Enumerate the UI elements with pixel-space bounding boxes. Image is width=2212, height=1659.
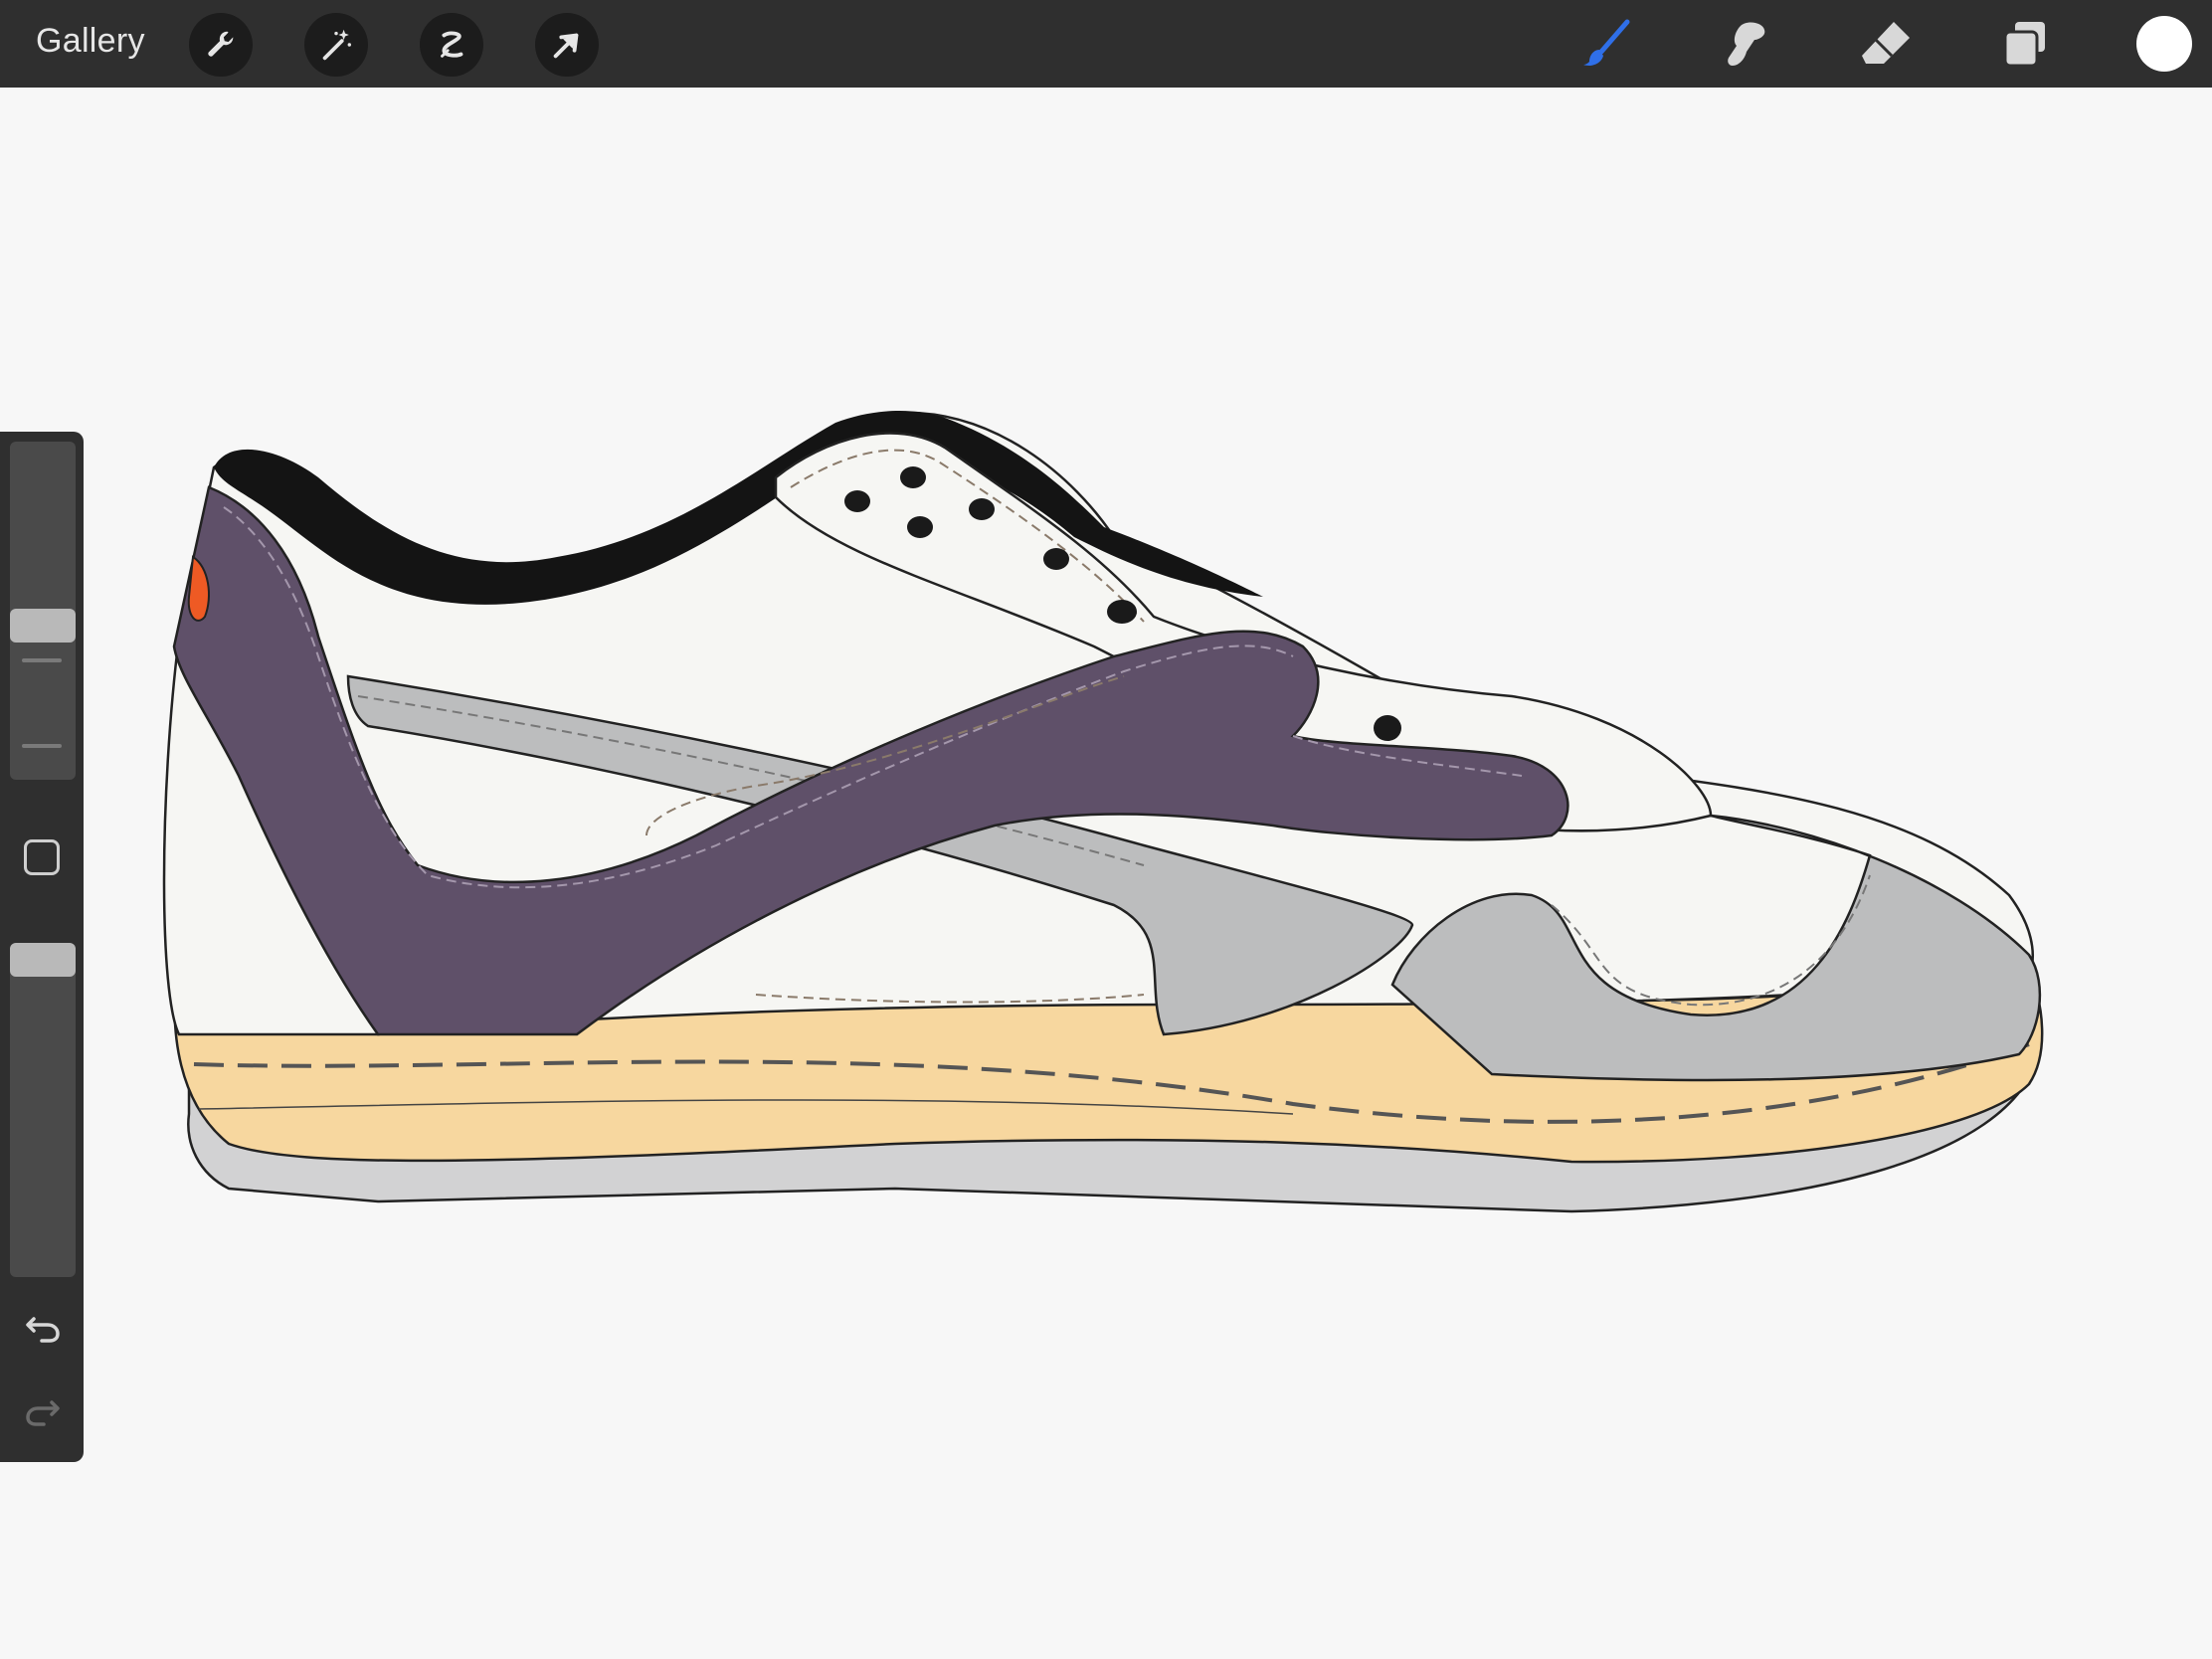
gallery-button[interactable]: Gallery <box>36 22 145 61</box>
top-toolbar: Gallery <box>0 0 2212 88</box>
wrench-icon <box>208 31 234 57</box>
eraser-icon <box>1862 22 1910 64</box>
selection-button[interactable] <box>420 13 483 77</box>
layers-icon <box>2003 22 2045 68</box>
brush-icon <box>1583 19 1630 66</box>
eraser-button[interactable] <box>1856 14 1916 74</box>
magic-wand-icon <box>322 29 352 61</box>
actions-button[interactable] <box>189 13 253 77</box>
sneaker-illustration <box>162 411 2044 1213</box>
layers-button[interactable] <box>1995 14 2055 74</box>
smudge-icon <box>1728 22 1765 66</box>
color-swatch-button[interactable] <box>2136 16 2192 72</box>
selection-icon <box>441 31 463 58</box>
transform-button[interactable] <box>535 13 599 77</box>
brush-button[interactable] <box>1577 14 1637 74</box>
adjustments-button[interactable] <box>304 13 368 77</box>
arrow-cursor-icon <box>553 33 579 59</box>
drawing-canvas[interactable] <box>0 88 2212 1659</box>
smudge-button[interactable] <box>1717 14 1776 74</box>
